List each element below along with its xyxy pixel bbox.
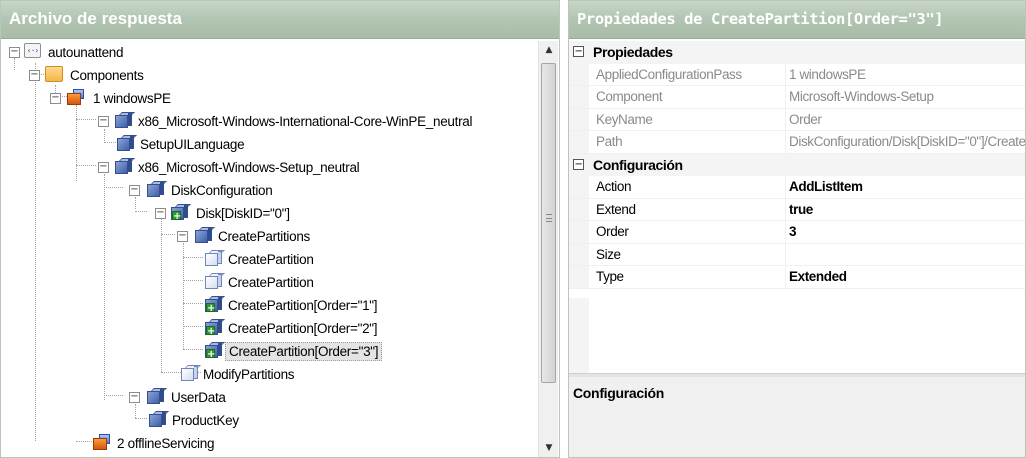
property-name: Component	[596, 86, 786, 108]
xml-answer-file-icon: ‹·›	[24, 43, 41, 58]
answer-file-pane: Archivo de respuesta − ‹·› autounattend …	[0, 0, 560, 458]
tree-node-label[interactable]: SetupUILanguage	[137, 135, 247, 154]
tree-node-label[interactable]: CreatePartition	[225, 273, 317, 292]
property-name: Order	[596, 221, 786, 243]
property-value: Order	[789, 111, 822, 127]
property-value[interactable]: Extended	[789, 266, 1025, 288]
category-configuracion[interactable]: − Configuración	[569, 153, 1025, 176]
tree-node-label-selected[interactable]: CreatePartition[Order="3"]	[225, 342, 383, 361]
answer-file-tree: − ‹·› autounattend − Components − 1 wind…	[7, 41, 539, 457]
collapse-category-icon[interactable]: −	[573, 158, 584, 170]
empty-setting-icon	[205, 250, 225, 267]
empty-setting-icon	[181, 365, 201, 382]
property-name: AppliedConfigurationPass	[596, 63, 786, 85]
tree-node-label[interactable]: UserData	[168, 388, 229, 407]
configuration-pass-icon	[93, 434, 111, 451]
property-row-component[interactable]: Component Microsoft-Windows-Setup	[569, 86, 1025, 109]
category-propiedades[interactable]: − Propiedades	[569, 41, 1025, 64]
setting-icon	[147, 181, 167, 198]
property-value: Microsoft-Windows-Setup	[789, 89, 934, 104]
collapse-toggle[interactable]: −	[129, 392, 140, 403]
property-name: Path	[596, 131, 786, 153]
property-name: Size	[596, 243, 786, 265]
property-value[interactable]: true	[789, 199, 1025, 221]
tree-vertical-scrollbar[interactable]: ▲ ▼	[538, 41, 559, 457]
tree-node-label[interactable]: CreatePartitions	[215, 227, 313, 246]
collapse-toggle[interactable]: −	[129, 185, 140, 196]
grip-icon	[546, 214, 552, 222]
property-row-appliedconfigurationpass[interactable]: AppliedConfigurationPass 1 windowsPE	[569, 63, 1025, 86]
property-value: 1 windowsPE	[789, 66, 866, 82]
tree-node-label[interactable]: 2 offlineServicing	[114, 434, 217, 453]
tree-node-label[interactable]: x86_Microsoft-Windows-International-Core…	[135, 112, 475, 131]
scroll-down-arrow-icon[interactable]: ▼	[539, 439, 559, 457]
property-value[interactable]: 3	[789, 221, 1025, 243]
scrollbar-thumb[interactable]	[541, 63, 556, 383]
collapse-toggle[interactable]: −	[177, 231, 188, 242]
property-row-order[interactable]: Order 3	[569, 221, 1025, 244]
collapse-toggle[interactable]: −	[98, 116, 109, 127]
answer-file-pane-title: Archivo de respuesta	[1, 1, 559, 39]
list-item-icon: +	[205, 319, 225, 337]
tree-node-label[interactable]: CreatePartition[Order="1"]	[225, 296, 380, 315]
setting-icon	[149, 411, 169, 428]
tree-node-label[interactable]: x86_Microsoft-Windows-Setup_neutral	[135, 158, 362, 177]
scroll-up-arrow-icon[interactable]: ▲	[539, 41, 559, 59]
configuration-pass-icon	[67, 89, 85, 106]
component-icon	[115, 112, 135, 129]
property-grid: − Propiedades AppliedConfigurationPass 1…	[569, 41, 1026, 289]
property-value[interactable]: AddListItem	[789, 176, 1025, 198]
property-row-type[interactable]: Type Extended	[569, 266, 1025, 289]
tree-node-label[interactable]: CreatePartition	[225, 250, 317, 269]
tree-node-label[interactable]: Components	[67, 66, 147, 85]
setting-icon	[147, 388, 167, 405]
property-row-size[interactable]: Size	[569, 243, 1025, 266]
grid-empty-area	[569, 298, 589, 376]
property-row-extend[interactable]: Extend true	[569, 198, 1025, 221]
tree-node-label[interactable]: 1 windowsPE	[90, 89, 174, 108]
properties-pane-title: Propiedades de CreatePartition[Order="3"…	[569, 1, 1025, 39]
property-name: Action	[596, 176, 786, 198]
property-value: DiskConfiguration/Disk[DiskID="0"]/Creat…	[789, 134, 1026, 149]
collapse-toggle[interactable]: −	[9, 47, 20, 58]
properties-pane: Propiedades de CreatePartition[Order="3"…	[568, 0, 1026, 458]
category-name: Configuración	[593, 156, 683, 173]
property-row-action[interactable]: Action AddListItem	[569, 176, 1025, 199]
collapse-category-icon[interactable]: −	[573, 46, 584, 57]
list-item-icon: +	[171, 204, 191, 222]
property-name: Extend	[596, 198, 786, 220]
property-row-keyname[interactable]: KeyName Order	[569, 108, 1025, 131]
tree-node-label[interactable]: ModifyPartitions	[200, 365, 297, 384]
empty-setting-icon	[205, 273, 225, 290]
property-value[interactable]	[789, 244, 1025, 266]
tree-node-label[interactable]: Disk[DiskID="0"]	[193, 204, 293, 223]
tree-node-label[interactable]: DiskConfiguration	[168, 181, 275, 200]
collapse-toggle[interactable]: −	[29, 70, 40, 81]
folder-icon	[45, 66, 63, 82]
setting-icon	[195, 227, 215, 244]
tree-node-label[interactable]: autounattend	[45, 43, 126, 62]
list-item-icon: +	[205, 342, 225, 360]
description-panel: Configuración	[569, 377, 1025, 457]
tree-node-label[interactable]: ProductKey	[169, 411, 242, 430]
collapse-toggle[interactable]: −	[98, 162, 109, 173]
tree-node-label[interactable]: CreatePartition[Order="2"]	[225, 319, 380, 338]
setting-icon	[117, 135, 137, 152]
property-name: Type	[596, 266, 786, 288]
category-name: Propiedades	[593, 44, 673, 60]
component-icon	[115, 158, 135, 175]
collapse-toggle[interactable]: −	[155, 208, 166, 219]
collapse-toggle[interactable]: −	[50, 93, 61, 104]
description-title: Configuración	[573, 385, 664, 401]
list-item-icon: +	[205, 296, 225, 314]
property-row-path[interactable]: Path DiskConfiguration/Disk[DiskID="0"]/…	[569, 131, 1026, 154]
property-name: KeyName	[596, 108, 786, 130]
